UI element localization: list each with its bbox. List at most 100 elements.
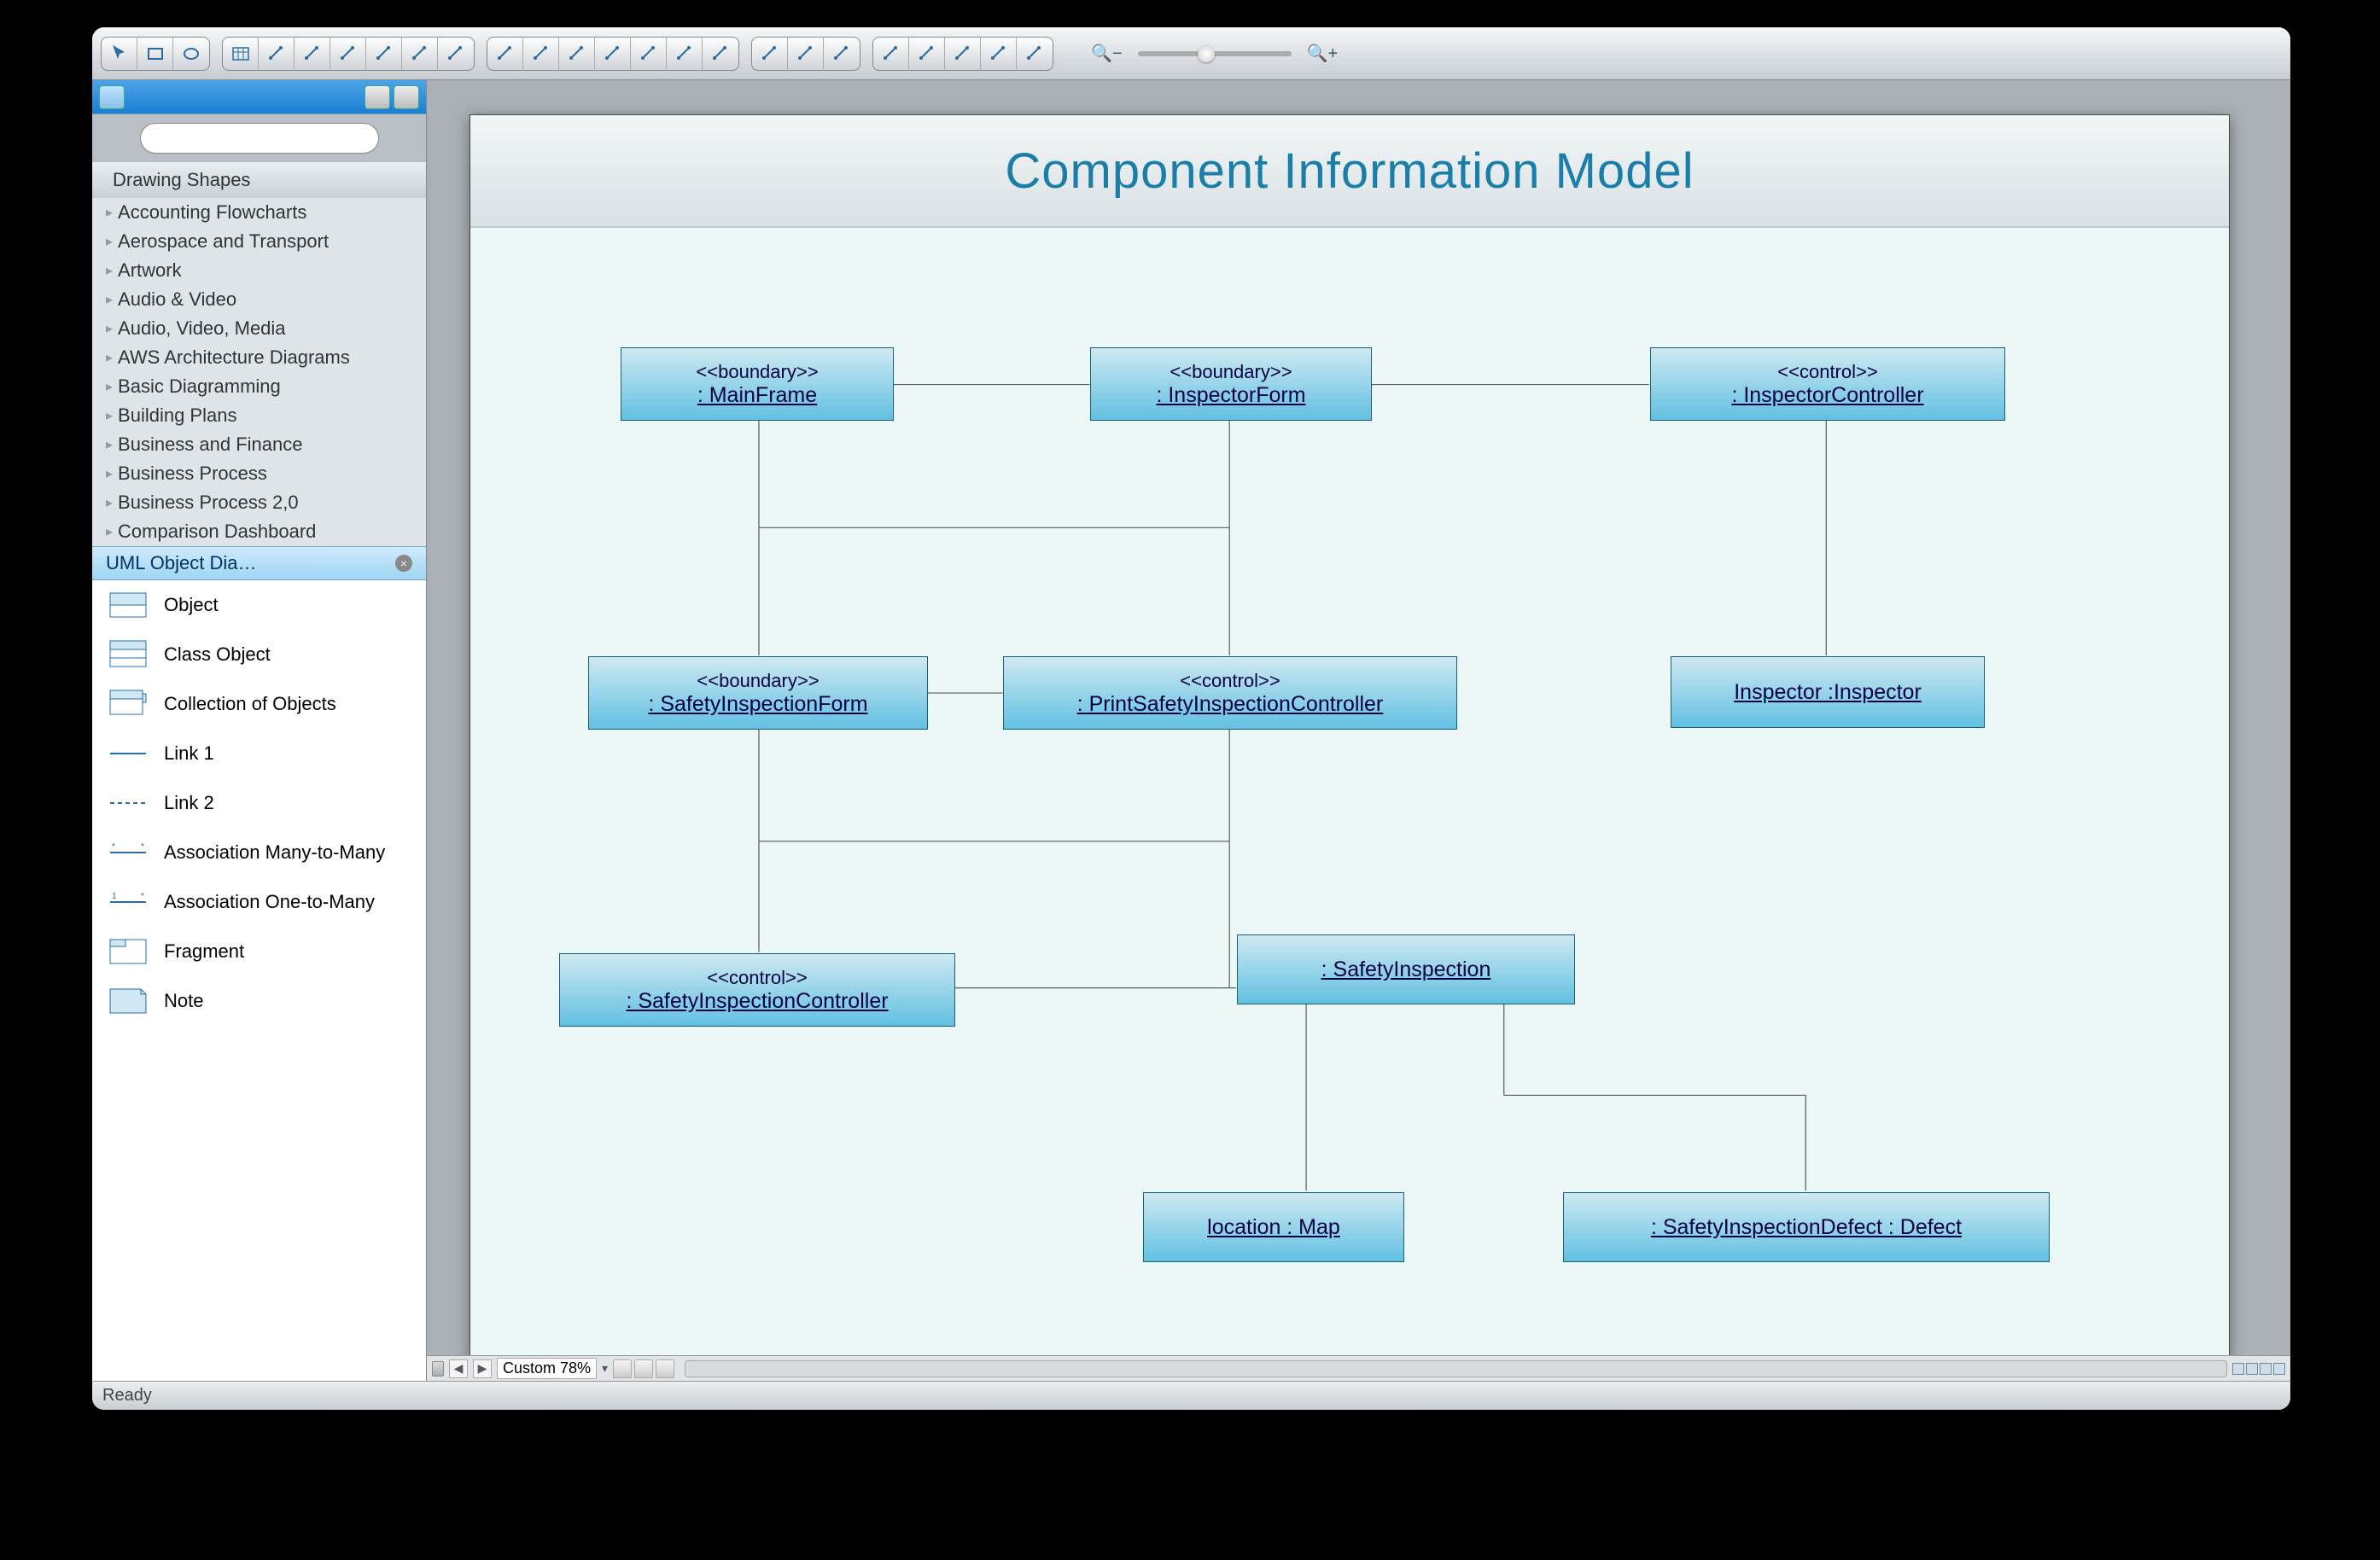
eyedropper-icon[interactable] [1017, 37, 1053, 71]
pointer-icon[interactable] [102, 37, 137, 71]
align-center-icon[interactable] [788, 37, 824, 71]
tool-group-select [101, 37, 210, 71]
stencil-item[interactable]: 1*Association One-to-Many [92, 877, 426, 927]
tree-item[interactable]: Aerospace and Transport [92, 227, 426, 256]
figure-icon[interactable] [981, 37, 1017, 71]
view-mode-icons[interactable] [2232, 1363, 2285, 1375]
stencil-item[interactable]: Link 2 [92, 778, 426, 828]
tool-group-view [872, 37, 1053, 71]
stencil-item[interactable]: Collection of Objects [92, 679, 426, 729]
stencil-item[interactable]: **Association Many-to-Many [92, 828, 426, 877]
tree-item[interactable]: AWS Architecture Diagrams [92, 343, 426, 372]
ellipse-icon[interactable] [173, 37, 209, 71]
page-next-icon[interactable]: ▶ [473, 1359, 492, 1378]
curve-icon[interactable] [559, 37, 595, 71]
tree-item[interactable]: Building Plans [92, 401, 426, 430]
uml-object-n4[interactable]: <<boundary>>: SafetyInspectionForm [588, 656, 928, 730]
fragment-icon [104, 930, 152, 973]
connector-curve-icon[interactable] [330, 37, 366, 71]
arc-icon[interactable] [523, 37, 559, 71]
align-right-icon[interactable] [824, 37, 860, 71]
polyline-icon[interactable] [595, 37, 631, 71]
tree-item[interactable]: Basic Diagramming [92, 372, 426, 401]
object-name: : InspectorForm [1156, 383, 1305, 408]
uml-object-n9[interactable]: location : Map [1143, 1192, 1404, 1262]
zoom-out-icon[interactable]: 🔍− [1091, 43, 1123, 64]
canvas-footer: ◀ ▶ Custom 78% ▾ [427, 1355, 2290, 1381]
stencil-item[interactable]: Class Object [92, 630, 426, 679]
tree-item[interactable]: Accounting Flowcharts [92, 198, 426, 227]
sidebar: Drawing Shapes Accounting FlowchartsAero… [92, 80, 427, 1381]
close-icon[interactable]: × [395, 555, 412, 572]
zoom-control[interactable]: 🔍− 🔍+ [1091, 43, 1338, 64]
object-icon [104, 584, 152, 626]
page-tab[interactable] [613, 1359, 632, 1378]
line-icon[interactable] [487, 37, 523, 71]
object-name: : SafetyInspectionDefect : Defect [1651, 1215, 1962, 1240]
page-tab[interactable] [656, 1359, 674, 1378]
uml-object-n10[interactable]: : SafetyInspectionDefect : Defect [1563, 1192, 2050, 1262]
uml-object-n3[interactable]: <<control>>: InspectorController [1650, 347, 2005, 421]
tree-item[interactable]: Business and Finance [92, 430, 426, 459]
search-tab-icon[interactable] [394, 85, 419, 109]
sidebar-search [92, 114, 426, 162]
tree-item[interactable]: Business Process 2,0 [92, 488, 426, 517]
freehand-icon[interactable] [667, 37, 703, 71]
assoc-om-icon: 1* [104, 881, 152, 923]
rect-icon[interactable] [137, 37, 173, 71]
app-window: 🔍− 🔍+ Drawing Shapes Accounting Flowchar… [92, 27, 2290, 1410]
freehand-closed-icon[interactable] [703, 37, 738, 71]
tree-item[interactable]: Audio & Video [92, 285, 426, 314]
table-icon[interactable] [223, 37, 259, 71]
uml-object-n2[interactable]: <<boundary>>: InspectorForm [1090, 347, 1372, 421]
canvas-viewport[interactable]: Component Information Model <<boundary>>… [427, 80, 2290, 1381]
split-handle-icon[interactable] [432, 1361, 444, 1377]
connector-angle-icon[interactable] [366, 37, 402, 71]
stencil-item[interactable]: Link 1 [92, 729, 426, 778]
uml-object-n5[interactable]: <<control>>: PrintSafetyInspectionContro… [1003, 656, 1457, 730]
search-input[interactable] [140, 123, 379, 154]
stereotype: <<control>> [707, 967, 807, 989]
stencil-title: UML Object Dia… [106, 552, 256, 574]
stencil-item[interactable]: Fragment [92, 927, 426, 976]
zoom-dropdown-icon[interactable]: ▾ [602, 1361, 608, 1376]
uml-object-n8[interactable]: : SafetyInspection [1237, 934, 1575, 1004]
tree-item[interactable]: Business Process [92, 459, 426, 488]
zoom-icon[interactable] [909, 37, 945, 71]
rotate-icon[interactable] [873, 37, 909, 71]
align-left-icon[interactable] [752, 37, 788, 71]
h-scrollbar[interactable] [685, 1360, 2227, 1377]
text-tool-icon[interactable] [438, 37, 474, 71]
page-first-icon[interactable]: ◀ [449, 1359, 468, 1378]
zoom-slider[interactable] [1138, 51, 1292, 56]
collection-icon [104, 683, 152, 725]
zoom-readout[interactable]: Custom 78% [497, 1358, 597, 1379]
uml-object-n7[interactable]: <<control>>: SafetyInspectionController [559, 953, 955, 1027]
object-name: : SafetyInspectionController [626, 989, 888, 1014]
svg-text:1: 1 [112, 892, 117, 901]
stencil-item[interactable]: Note [92, 976, 426, 1026]
object-name: : SafetyInspectionForm [648, 692, 867, 717]
stencil-item[interactable]: Object [92, 580, 426, 630]
zoom-in-icon[interactable]: 🔍+ [1307, 43, 1339, 64]
grid-view-icon[interactable] [365, 85, 390, 109]
page-tab[interactable] [634, 1359, 653, 1378]
uml-object-n6[interactable]: Inspector :Inspector [1671, 656, 1985, 728]
canvas-area: Component Information Model <<boundary>>… [427, 80, 2290, 1381]
connector-sep-icon[interactable] [402, 37, 438, 71]
tool-group-align [751, 37, 860, 71]
polyline-closed-icon[interactable] [631, 37, 667, 71]
stencil-label: Collection of Objects [164, 693, 336, 715]
tree-item[interactable]: Comparison Dashboard [92, 517, 426, 546]
connector-poly-icon[interactable] [295, 37, 330, 71]
uml-object-n1[interactable]: <<boundary>>: MainFrame [621, 347, 894, 421]
status-bar: Ready [92, 1381, 2290, 1410]
pan-icon[interactable] [945, 37, 981, 71]
smart-connector-icon[interactable] [259, 37, 295, 71]
stencil-header[interactable]: UML Object Dia… × [92, 546, 426, 580]
tree-item[interactable]: Audio, Video, Media [92, 314, 426, 343]
toolbar: 🔍− 🔍+ [92, 27, 2290, 80]
canvas[interactable]: Component Information Model <<boundary>>… [470, 114, 2230, 1359]
tree-item[interactable]: Artwork [92, 256, 426, 285]
library-tab-icon[interactable] [99, 85, 125, 109]
